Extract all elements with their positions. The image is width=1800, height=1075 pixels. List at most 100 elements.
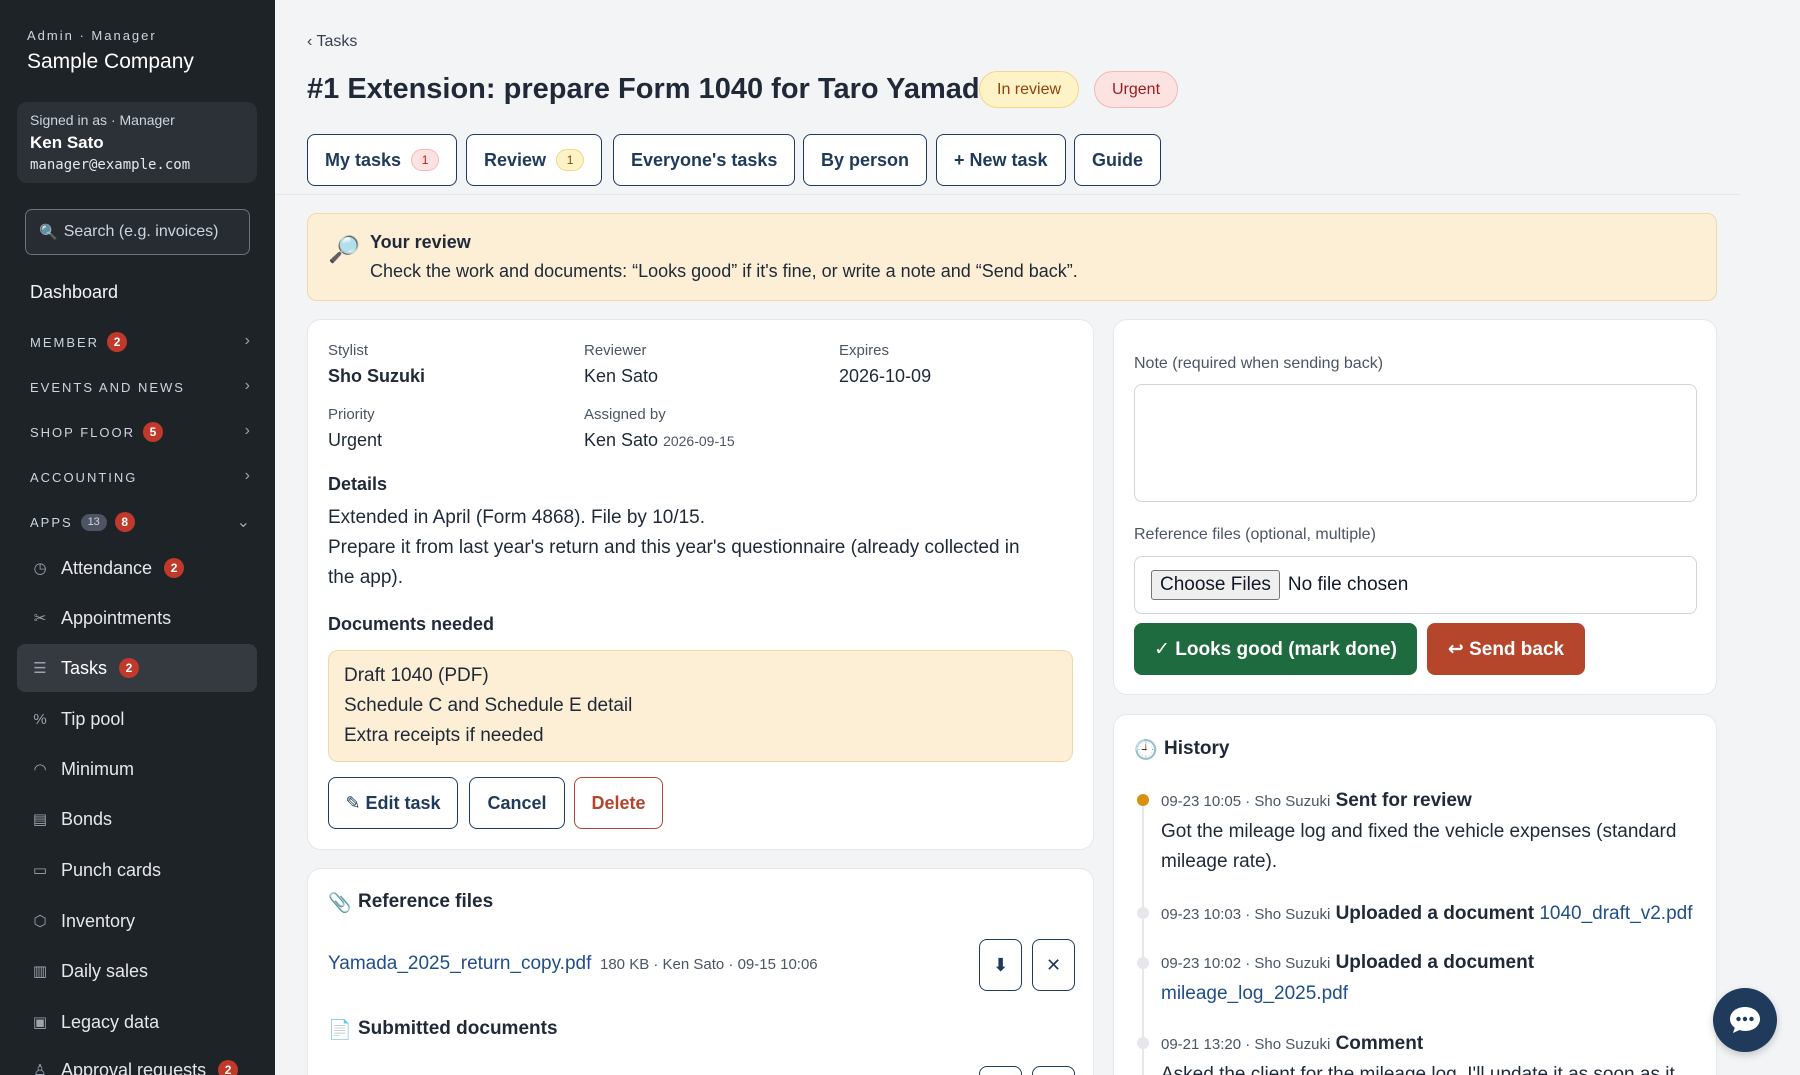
reference-files-heading: Reference files <box>358 891 494 912</box>
field-label: Stylist <box>328 342 369 359</box>
history-file-link[interactable]: mileage_log_2025.pdf <box>1161 983 1348 1004</box>
back-link[interactable]: ‹ Tasks <box>307 33 357 51</box>
user-name: Ken Sato <box>30 133 104 152</box>
timeline-dot <box>1137 957 1149 969</box>
sidebar-item-label: Tasks <box>61 657 108 678</box>
field-label: Expires <box>839 342 890 359</box>
user-card: Signed in as · Manager Ken Sato manager@… <box>17 102 257 183</box>
submitted-documents-heading: Submitted documents <box>358 1018 558 1039</box>
sidebar-item-tip-pool[interactable]: % Tip pool <box>17 695 257 743</box>
review-form-card: Note (required when sending back) Refere… <box>1113 319 1717 695</box>
details-line: Extended in April (Form 4868). File by 1… <box>328 507 706 528</box>
sidebar-item-attendance[interactable]: ◷ Attendance 2 <box>17 544 257 592</box>
field-value: 2026-10-09 <box>839 366 932 386</box>
assigned-by-name: Ken Sato <box>584 430 659 450</box>
chevron-down-icon: ⌄ <box>236 514 250 531</box>
tab-my-tasks[interactable]: My tasks 1 <box>307 134 458 186</box>
field-stylist: Stylist Sho Suzuki <box>328 342 425 387</box>
tab-count: 1 <box>556 149 585 171</box>
section-badge: 2 <box>107 332 128 352</box>
details-line: Prepare it from last year's return and t… <box>328 537 1020 588</box>
document-icon: 📄 <box>328 1020 352 1041</box>
section-badge: 5 <box>143 422 164 442</box>
percent-icon: % <box>33 710 47 728</box>
tab-new-task[interactable]: + New task <box>936 134 1066 186</box>
sidebar-item-label: Appointments <box>61 607 172 628</box>
tab-count: 1 <box>411 149 440 171</box>
sidebar-item-label: Attendance <box>61 557 153 578</box>
sidebar-item-label: Inventory <box>61 910 136 931</box>
sidebar-section-events[interactable]: EVENTS AND NEWS › <box>30 375 250 399</box>
sidebar-item-legacy-data[interactable]: ▣ Legacy data <box>17 998 257 1046</box>
choose-files-button[interactable]: Choose Files <box>1151 570 1280 600</box>
sidebar-section-accounting[interactable]: ACCOUNTING › <box>30 465 250 489</box>
reference-file-link[interactable]: Yamada_2025_return_copy.pdf <box>328 953 591 975</box>
history-timeline <box>1142 800 1144 1075</box>
banner-title: Your review <box>370 232 471 252</box>
sidebar-item-tasks[interactable]: ☰ Tasks 2 <box>17 644 257 692</box>
download-icon[interactable]: ⬇ <box>979 939 1022 991</box>
sidebar-section-apps[interactable]: APPS 13 8 ⌄ <box>30 510 250 534</box>
field-value: Ken Sato <box>584 366 659 386</box>
chevron-right-icon: › <box>244 422 250 439</box>
task-card: Stylist Sho Suzuki Reviewer Ken Sato Exp… <box>307 319 1094 850</box>
field-priority: Priority Urgent <box>328 406 382 451</box>
search-input[interactable]: 🔍 Search (e.g. invoices) <box>25 209 250 255</box>
archive-icon: ▣ <box>32 1014 48 1031</box>
edit-task-button[interactable]: ✎ Edit task <box>328 777 458 829</box>
tab-label: My tasks <box>325 149 402 170</box>
paperclip-icon: 📎 <box>328 893 352 914</box>
tab-by-person[interactable]: By person <box>803 134 928 186</box>
sidebar-item-punch-cards[interactable]: ▭ Punch cards <box>17 846 257 894</box>
file-upload-input[interactable]: Choose Files No file chosen <box>1134 556 1697 614</box>
history-meta: 09-23 10:02 · Sho Suzuki <box>1161 955 1331 972</box>
tab-review[interactable]: Review 1 <box>466 134 603 186</box>
sidebar-item-minimum[interactable]: ◠ Minimum <box>17 745 257 793</box>
history-action: Uploaded a document <box>1335 952 1535 973</box>
field-value: Ken Sato 2026-09-15 <box>584 430 735 451</box>
sidebar-item-dashboard[interactable]: Dashboard <box>30 282 118 303</box>
list-item: Schedule C and Schedule E detail <box>344 695 633 716</box>
sidebar-item-label: Tip pool <box>61 708 125 729</box>
details-heading: Details <box>328 474 388 494</box>
card-icon: ▭ <box>32 862 48 879</box>
documents-needed-list: Draft 1040 (PDF) Schedule C and Schedule… <box>328 650 1073 762</box>
history-entry: 09-23 10:03 · Sho Suzuki Uploaded a docu… <box>1161 899 1706 930</box>
download-icon[interactable] <box>979 1066 1022 1075</box>
chevron-right-icon: › <box>244 332 250 349</box>
close-icon[interactable]: ✕ <box>1032 939 1075 991</box>
close-icon[interactable] <box>1032 1066 1075 1075</box>
field-label: Assigned by <box>584 406 666 423</box>
sidebar-item-bonds[interactable]: ▤ Bonds <box>17 795 257 843</box>
sidebar-item-appointments[interactable]: ✂ Appointments <box>17 594 257 642</box>
sidebar-item-daily-sales[interactable]: ▥ Daily sales <box>17 947 257 995</box>
sidebar-item-label: Legacy data <box>61 1011 160 1032</box>
history-file-link[interactable]: 1040_draft_v2.pdf <box>1539 903 1692 924</box>
delete-task-button[interactable]: Delete <box>574 777 663 829</box>
sidebar-item-badge: 2 <box>164 558 185 578</box>
box-icon: ⬡ <box>33 913 47 930</box>
tab-everyones-tasks[interactable]: Everyone's tasks <box>613 134 796 186</box>
review-banner: 🔎 Your review Check the work and documen… <box>307 213 1717 301</box>
sidebar-section-shop-floor[interactable]: SHOP FLOOR 5 › <box>30 420 250 444</box>
chevron-right-icon: › <box>244 467 250 484</box>
sidebar-section-member[interactable]: MEMBER 2 › <box>30 330 250 354</box>
note-textarea[interactable] <box>1134 384 1697 502</box>
cancel-task-button[interactable]: Cancel <box>469 777 565 829</box>
sidebar-item-inventory[interactable]: ⬡ Inventory <box>17 897 257 945</box>
send-back-button[interactable]: ↩ Send back <box>1427 623 1585 675</box>
priority-badge: Urgent <box>1094 71 1179 108</box>
sidebar-item-approval-requests[interactable]: ♙ Approval requests 2 <box>17 1046 257 1075</box>
timeline-dot <box>1137 1037 1149 1049</box>
details-text: Extended in April (Form 4868). File by 1… <box>328 503 1048 593</box>
field-expires: Expires 2026-10-09 <box>839 342 931 387</box>
list-item: Extra receipts if needed <box>344 725 544 746</box>
sidebar-item-label: Daily sales <box>61 960 149 981</box>
looks-good-button[interactable]: ✓ Looks good (mark done) <box>1134 623 1417 675</box>
history-meta: 09-23 10:03 · Sho Suzuki <box>1161 906 1331 923</box>
tab-guide[interactable]: Guide <box>1074 134 1162 186</box>
chat-button[interactable] <box>1713 988 1777 1052</box>
sidebar-item-label: Approval requests <box>61 1059 207 1075</box>
history-entry: 09-23 10:05 · Sho Suzuki Sent for review… <box>1161 786 1706 877</box>
sidebar-item-label: Bonds <box>61 808 113 829</box>
